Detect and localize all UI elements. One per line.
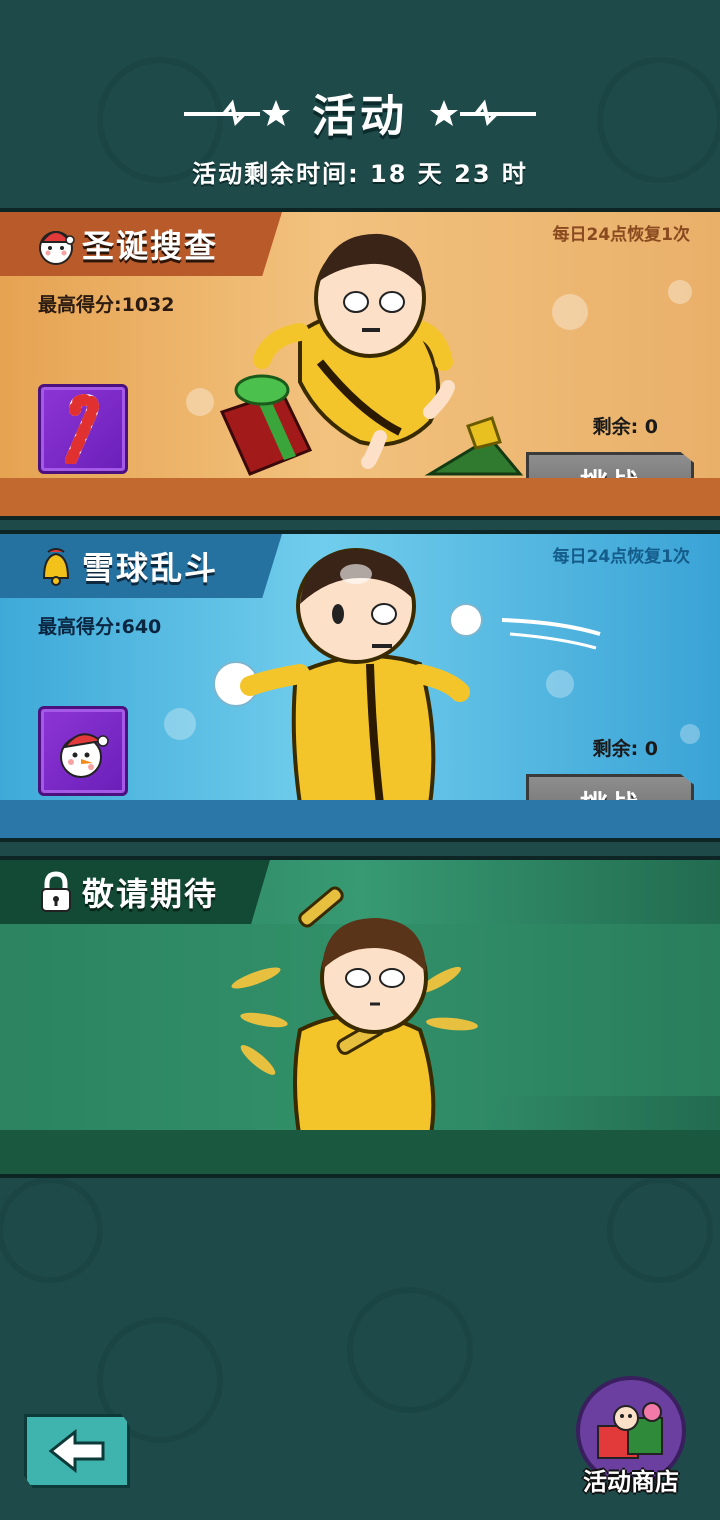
back-button[interactable] xyxy=(24,1414,130,1488)
title-right-decoration-icon xyxy=(430,99,536,126)
christmas-bell-icon xyxy=(42,548,70,586)
page-title: 活动 xyxy=(312,91,408,142)
card-footer-bar xyxy=(0,800,720,838)
shop-label: 活动商店 xyxy=(583,1468,679,1496)
arrow-left-icon xyxy=(48,1428,105,1474)
header: 活动 活动剩余时间: 18 天 23 时 xyxy=(0,0,720,210)
event-timer: 活动剩余时间: 18 天 23 时 xyxy=(192,160,528,188)
reward-item-slot[interactable] xyxy=(38,706,128,796)
snowman-icon xyxy=(60,733,109,778)
remaining-attempts: 剩余: 0 xyxy=(592,416,658,438)
event-tab-coming-soon: 敬请期待 xyxy=(0,860,270,924)
best-score: 最高得分:1032 xyxy=(38,294,175,316)
refresh-note: 每日24点恢复1次 xyxy=(552,225,691,245)
lock-icon xyxy=(41,871,71,912)
remaining-attempts: 剩余: 0 xyxy=(592,738,658,760)
best-score: 最高得分:640 xyxy=(38,616,162,638)
reward-item-slot[interactable] xyxy=(38,384,128,474)
event-title: 圣诞搜查 xyxy=(82,227,219,265)
event-shop-button[interactable]: 活动商店 xyxy=(566,1376,696,1506)
event-tab-snowball-brawl: 雪球乱斗 xyxy=(0,534,282,598)
event-card-snowball-brawl[interactable]: 雪球乱斗 每日24点恢复1次 最高得分:640 剩余: 0 挑战 xyxy=(0,530,720,842)
title-left-decoration-icon xyxy=(184,99,290,126)
event-title: 雪球乱斗 xyxy=(82,549,219,587)
event-title: 敬请期待 xyxy=(82,875,219,913)
event-card-coming-soon: 敬请期待 xyxy=(0,856,720,1178)
card-footer-bar xyxy=(0,1130,720,1174)
gift-shop-icon xyxy=(597,1402,663,1459)
event-card-christmas-search[interactable]: 圣诞搜查 每日24点恢复1次 最高得分:1032 剩余: 0 挑战 xyxy=(0,208,720,520)
event-tab-christmas-search: 圣诞搜查 xyxy=(0,212,282,276)
card-footer-bar xyxy=(0,478,720,516)
refresh-note: 每日24点恢复1次 xyxy=(552,547,691,567)
snowman-santa-hat-icon xyxy=(39,231,75,265)
candy-cane-icon xyxy=(65,394,99,464)
